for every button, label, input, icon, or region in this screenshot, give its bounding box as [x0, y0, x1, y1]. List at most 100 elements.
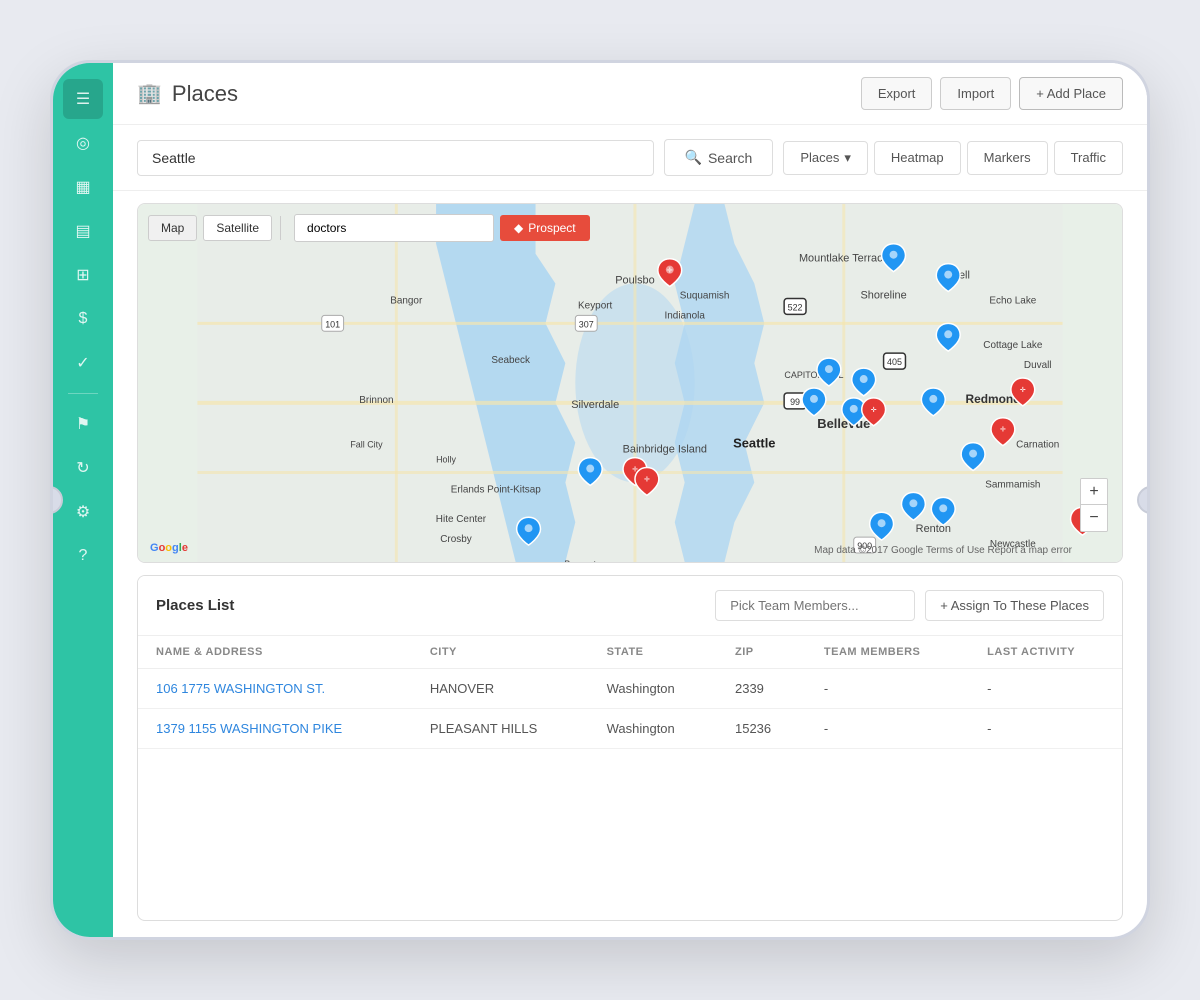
svg-text:Bainbridge Island: Bainbridge Island [623, 444, 707, 456]
page-title-text: Places [172, 81, 238, 107]
page-title: 🏢 Places [137, 81, 238, 107]
chevron-down-icon: ▾ [844, 150, 851, 166]
filter-heatmap-button[interactable]: Heatmap [874, 141, 961, 175]
col-header-zip: ZIP [717, 636, 806, 669]
col-header-activity: LAST ACTIVITY [969, 636, 1122, 669]
zoom-out-button[interactable]: − [1081, 505, 1107, 531]
search-button[interactable]: 🔍 Search [664, 139, 774, 176]
map-background[interactable]: 101 307 522 405 99 900 Mountlake Terrace [138, 204, 1122, 562]
svg-text:Hite Center: Hite Center [436, 514, 487, 525]
tablet-frame: ☰ ◎ ▦ ▤ ⊞ $ ✓ ⚑ ↻ ⚙ ? 🏢 Places Export Im… [50, 60, 1150, 940]
assign-button[interactable]: + Assign To These Places [925, 590, 1104, 621]
add-place-button[interactable]: + Add Place [1019, 77, 1123, 110]
places-list-actions: + Assign To These Places [715, 590, 1104, 621]
map-view-button[interactable]: Map [148, 215, 197, 241]
place-city-1: PLEASANT HILLS [412, 709, 589, 749]
filter-traffic-button[interactable]: Traffic [1054, 141, 1123, 175]
svg-text:405: 405 [887, 357, 902, 367]
svg-text:Seabeck: Seabeck [491, 355, 530, 366]
prospect-button[interactable]: ◆ Prospect [500, 215, 590, 241]
places-table-body: 106 1775 WASHINGTON ST. HANOVER Washingt… [138, 669, 1122, 749]
sidebar-icon-settings[interactable]: ⚙ [63, 492, 103, 532]
filter-buttons: Places ▾ Heatmap Markers Traffic [783, 141, 1123, 175]
col-header-team: TEAM MEMBERS [806, 636, 969, 669]
satellite-view-button[interactable]: Satellite [203, 215, 272, 241]
place-team-1: - [806, 709, 969, 749]
sidebar-icon-help[interactable]: ? [63, 536, 103, 576]
building-icon: 🏢 [137, 81, 162, 106]
places-list-header: Places List + Assign To These Places [138, 576, 1122, 636]
map-svg: 101 307 522 405 99 900 Mountlake Terrace [138, 204, 1122, 562]
sidebar-icon-chart[interactable]: ▤ [63, 211, 103, 251]
svg-text:Renton: Renton [916, 523, 951, 535]
svg-text:✛: ✛ [644, 475, 650, 483]
sidebar-icon-dollar[interactable]: $ [63, 299, 103, 339]
svg-text:Sammamish: Sammamish [985, 479, 1040, 490]
svg-text:Crosby: Crosby [440, 534, 472, 545]
sidebar-icon-check[interactable]: ✓ [63, 343, 103, 383]
svg-text:Indianola: Indianola [665, 310, 706, 321]
search-icon: 🔍 [685, 149, 702, 166]
map-zoom-controls: + − [1080, 478, 1108, 532]
team-members-input[interactable] [715, 590, 915, 621]
sidebar-icon-briefcase[interactable]: ⊞ [63, 255, 103, 295]
place-activity-0: - [969, 669, 1122, 709]
prospect-button-label: Prospect [528, 221, 575, 235]
table-header-row: NAME & ADDRESS CITY STATE ZIP TEAM MEMBE… [138, 636, 1122, 669]
place-name-0[interactable]: 106 1775 WASHINGTON ST. [138, 669, 412, 709]
svg-text:Cottage Lake: Cottage Lake [983, 340, 1043, 351]
svg-text:Suquamish: Suquamish [680, 290, 730, 301]
svg-text:Erlands Point-Kitsap: Erlands Point-Kitsap [451, 484, 542, 495]
place-state-0: Washington [589, 669, 717, 709]
svg-text:Bangor: Bangor [390, 295, 423, 306]
svg-text:Fall City: Fall City [350, 440, 383, 450]
svg-text:✛: ✛ [1000, 426, 1006, 434]
header-actions: Export Import + Add Place [861, 77, 1123, 110]
col-header-name: NAME & ADDRESS [138, 636, 412, 669]
sidebar-icon-flag[interactable]: ⚑ [63, 404, 103, 444]
table-row[interactable]: 1379 1155 WASHINGTON PIKE PLEASANT HILLS… [138, 709, 1122, 749]
svg-text:101: 101 [325, 319, 340, 329]
map-container[interactable]: 101 307 522 405 99 900 Mountlake Terrace [137, 203, 1123, 563]
place-activity-1: - [969, 709, 1122, 749]
search-button-label: Search [708, 150, 752, 166]
sidebar-divider [68, 393, 98, 394]
map-search-input[interactable] [294, 214, 494, 242]
header: 🏢 Places Export Import + Add Place [113, 63, 1147, 125]
sidebar-icon-globe[interactable]: ◎ [63, 123, 103, 163]
places-list-title: Places List [156, 597, 234, 614]
table-row[interactable]: 106 1775 WASHINGTON ST. HANOVER Washingt… [138, 669, 1122, 709]
map-attribution: Map data ©2017 Google Terms of Use Repor… [814, 545, 1072, 556]
search-bar: 🔍 Search Places ▾ Heatmap Markers Traffi… [113, 125, 1147, 191]
svg-text:Duvall: Duvall [1024, 360, 1052, 371]
import-button[interactable]: Import [940, 77, 1011, 110]
search-location-input[interactable] [137, 140, 654, 176]
svg-text:Keyport: Keyport [578, 300, 612, 311]
filter-places-label: Places [800, 150, 839, 165]
prospect-icon: ◆ [514, 221, 523, 235]
svg-text:✛: ✛ [1020, 386, 1026, 394]
sidebar-icon-calendar[interactable]: ▦ [63, 167, 103, 207]
map-toolbar: Map Satellite ◆ Prospect [148, 214, 590, 242]
place-zip-0: 2339 [717, 669, 806, 709]
svg-text:✛: ✛ [871, 406, 877, 414]
svg-text:✛: ✛ [667, 267, 673, 275]
col-header-state: STATE [589, 636, 717, 669]
svg-text:Holly: Holly [436, 455, 456, 465]
svg-text:Brinnon: Brinnon [359, 395, 393, 406]
main-content: 🏢 Places Export Import + Add Place 🔍 Sea… [113, 63, 1147, 937]
export-button[interactable]: Export [861, 77, 933, 110]
svg-text:Bremerton: Bremerton [564, 559, 606, 562]
svg-text:Mountlake Terrace: Mountlake Terrace [799, 253, 889, 265]
place-state-1: Washington [589, 709, 717, 749]
sidebar-icon-refresh[interactable]: ↻ [63, 448, 103, 488]
col-header-city: CITY [412, 636, 589, 669]
filter-places-button[interactable]: Places ▾ [783, 141, 868, 175]
places-table: NAME & ADDRESS CITY STATE ZIP TEAM MEMBE… [138, 636, 1122, 749]
sidebar-icon-menu[interactable]: ☰ [63, 79, 103, 119]
zoom-in-button[interactable]: + [1081, 479, 1107, 505]
filter-markers-button[interactable]: Markers [967, 141, 1048, 175]
place-city-0: HANOVER [412, 669, 589, 709]
place-team-0: - [806, 669, 969, 709]
place-name-1[interactable]: 1379 1155 WASHINGTON PIKE [138, 709, 412, 749]
